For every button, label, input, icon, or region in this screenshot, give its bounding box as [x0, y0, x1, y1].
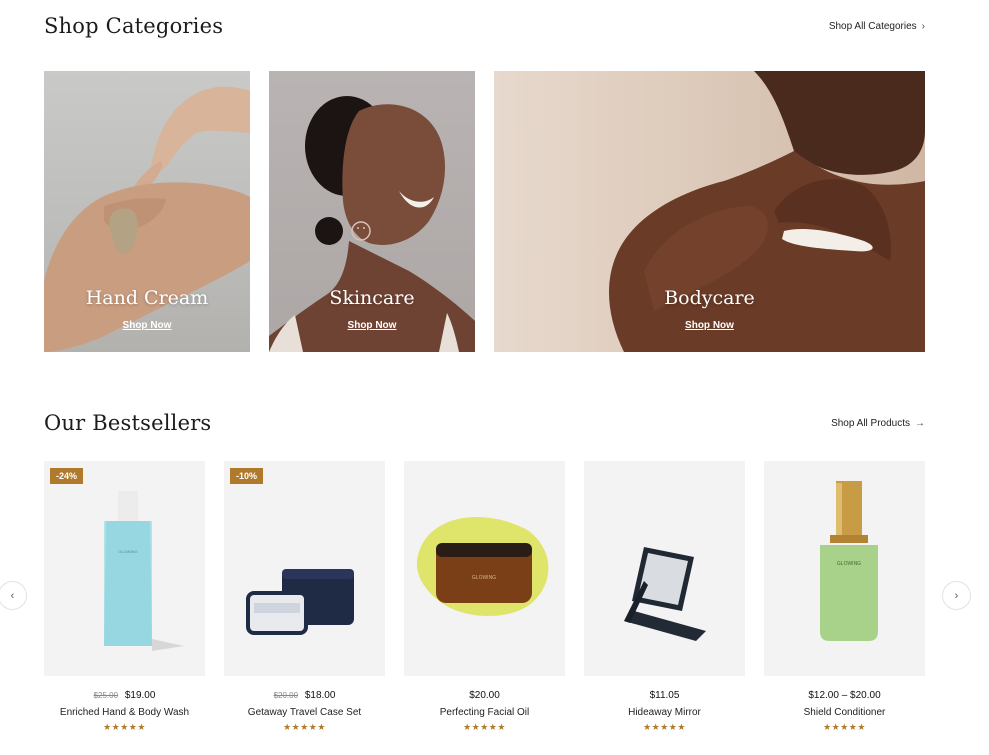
product-price: $11.05 — [584, 690, 745, 701]
product-card: GLOWING -24% $25.00 $19.00 Enriched Hand… — [44, 461, 205, 733]
shop-now-link-bodycare[interactable]: Shop Now — [494, 315, 925, 333]
product-card: GLOWING $12.00 – $20.00 Shield Condition… — [764, 461, 925, 733]
star-rating: ★★★★★ — [463, 722, 506, 732]
facial-oil-jar-brand: GLOWING — [472, 575, 496, 581]
category-card-skincare[interactable]: Skincare Shop Now — [269, 71, 475, 352]
categories-header: Shop Categories Shop All Categories › — [44, 14, 925, 38]
product-old-price: $25.00 — [93, 691, 119, 700]
product-current-price: $11.05 — [649, 690, 680, 701]
travel-case-image — [246, 569, 354, 635]
chevron-right-icon: › — [954, 589, 959, 602]
star-rating: ★★★★★ — [283, 722, 326, 732]
shop-all-products-label: Shop All Products — [831, 417, 910, 429]
product-price: $12.00 – $20.00 — [764, 690, 925, 701]
hand-cream-image — [44, 86, 250, 352]
star-rating: ★★★★★ — [823, 722, 866, 732]
shop-all-products-link[interactable]: Shop All Products → — [831, 418, 925, 429]
body-wash-bottle-brand: GLOWING — [118, 549, 137, 554]
bodycare-image — [609, 71, 925, 352]
product-card: $11.05 Hideaway Mirror ★★★★★ — [584, 461, 745, 733]
chevron-left-icon: ‹ — [10, 589, 15, 602]
facial-oil-jar-image: GLOWING — [416, 517, 549, 616]
product-name-link[interactable]: Enriched Hand & Body Wash — [44, 707, 205, 718]
product-card: -10% $20.00 $18.00 Getaway Travel Case S… — [224, 461, 385, 733]
product-image-link[interactable]: GLOWING — [764, 461, 925, 676]
chevron-right-icon: › — [921, 20, 925, 32]
body-wash-bottle-image: GLOWING — [104, 491, 184, 651]
product-price: $25.00 $19.00 — [44, 690, 205, 701]
product-price: $20.00 — [404, 690, 565, 701]
product-image-link[interactable]: GLOWING — [404, 461, 565, 676]
product-current-price: $18.00 — [304, 690, 336, 701]
product-image-link[interactable]: GLOWING -24% — [44, 461, 205, 676]
bestsellers-header: Our Bestsellers Shop All Products → — [44, 411, 925, 435]
discount-badge: -10% — [230, 468, 264, 484]
product-image-link[interactable] — [584, 461, 745, 676]
shop-now-link-hand-cream[interactable]: Shop Now — [44, 315, 250, 333]
product-current-price: $20.00 — [469, 690, 500, 701]
carousel-prev-button[interactable]: ‹ — [0, 581, 27, 610]
shop-all-categories-link[interactable]: Shop All Categories › — [829, 21, 925, 32]
skincare-image — [269, 96, 475, 352]
shop-now-link-skincare[interactable]: Shop Now — [269, 315, 475, 333]
conditioner-bottle-brand: GLOWING — [837, 561, 861, 567]
product-name-link[interactable]: Hideaway Mirror — [584, 707, 745, 718]
product-current-price: $12.00 – $20.00 — [808, 690, 881, 701]
product-current-price: $19.00 — [124, 690, 156, 701]
arrow-right-icon: → — [915, 417, 925, 429]
category-label-bodycare: Bodycare — [664, 287, 755, 309]
product-name-link[interactable]: Shield Conditioner — [764, 707, 925, 718]
product-name-link[interactable]: Perfecting Facial Oil — [404, 707, 565, 718]
discount-badge: -24% — [50, 468, 84, 484]
categories-title: Shop Categories — [44, 14, 224, 38]
product-image-link[interactable]: -10% — [224, 461, 385, 676]
hideaway-mirror-image — [624, 547, 706, 641]
bestsellers-title: Our Bestsellers — [44, 411, 212, 435]
star-rating: ★★★★★ — [643, 722, 686, 732]
category-card-hand-cream[interactable]: Hand Cream Shop Now — [44, 71, 250, 352]
category-label-skincare: Skincare — [329, 287, 415, 309]
product-old-price: $20.00 — [273, 691, 299, 700]
carousel-next-button[interactable]: › — [942, 581, 971, 610]
product-name-link[interactable]: Getaway Travel Case Set — [224, 707, 385, 718]
category-label-hand-cream: Hand Cream — [85, 287, 209, 309]
product-card: GLOWING $20.00 Perfecting Facial Oil ★★★… — [404, 461, 565, 733]
shop-all-categories-label: Shop All Categories — [828, 20, 917, 32]
conditioner-bottle-image: GLOWING — [820, 481, 878, 641]
star-rating: ★★★★★ — [103, 722, 146, 732]
category-card-bodycare[interactable]: Bodycare Shop Now — [494, 71, 925, 352]
product-price: $20.00 $18.00 — [224, 690, 385, 701]
